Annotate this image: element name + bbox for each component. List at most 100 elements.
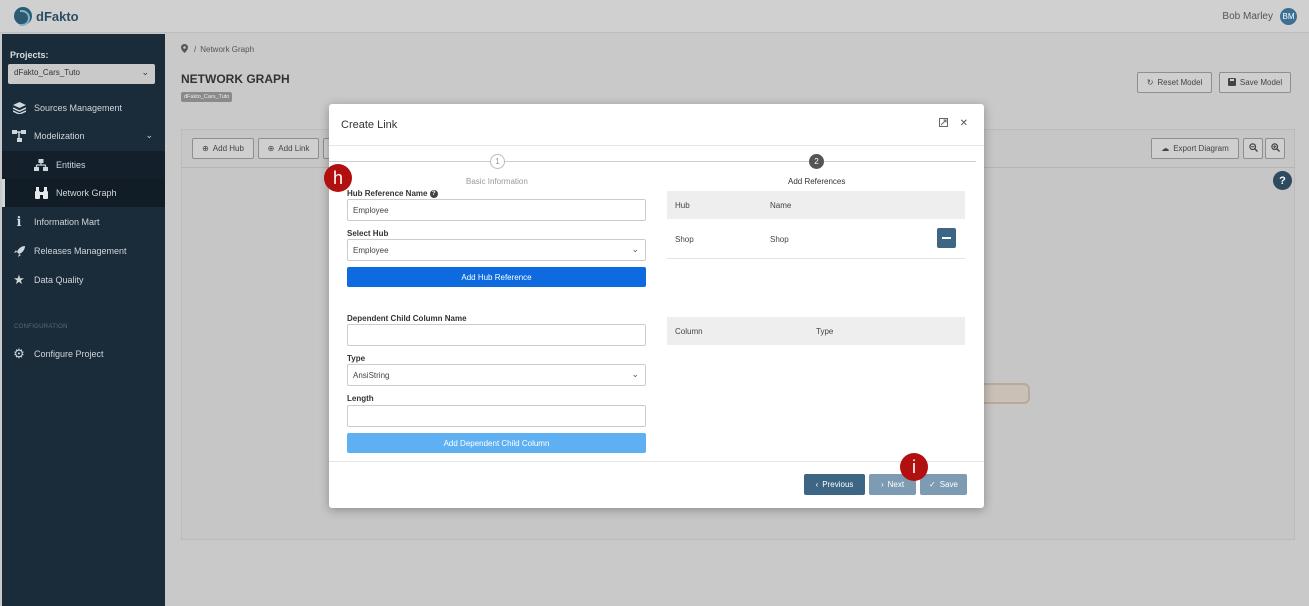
column-header-name: Name xyxy=(770,201,792,210)
info-icon: i xyxy=(16,214,22,230)
help-icon[interactable]: ? xyxy=(1273,171,1292,190)
step-2-indicator[interactable]: 2 xyxy=(809,154,824,169)
user-name: Bob Marley xyxy=(1222,11,1273,22)
column-header-hub: Hub xyxy=(675,201,690,210)
chevron-down-icon: ⌄ xyxy=(141,67,149,77)
hub-reference-name-label: Hub Reference Name ? xyxy=(347,189,438,198)
hub-reference-name-input[interactable] xyxy=(347,199,646,221)
sidebar-item-label: Entities xyxy=(56,160,86,170)
previous-button[interactable]: ‹ Previous xyxy=(804,474,865,495)
column-header-column: Column xyxy=(675,327,703,336)
plus-circle-icon: ⊕ xyxy=(202,144,209,153)
annotation-marker-h: h xyxy=(324,164,352,192)
sidebar-item-releases-management[interactable]: Releases Management xyxy=(2,237,165,265)
type-dropdown[interactable]: AnsiString ⌄ xyxy=(347,364,646,386)
chevron-right-icon: › xyxy=(880,480,884,489)
select-hub-dropdown[interactable]: Employee ⌄ xyxy=(347,239,646,261)
layers-icon xyxy=(12,101,26,115)
star-icon: ★ xyxy=(13,272,25,287)
chevron-down-icon: ⌄ xyxy=(631,244,639,254)
table-row: Shop Shop xyxy=(667,219,965,259)
sidebar-item-configure-project[interactable]: ⚙ Configure Project xyxy=(2,340,165,368)
sidebar-item-modelization[interactable]: Modelization ⌄ xyxy=(2,122,165,150)
app-logo[interactable]: dFakto xyxy=(14,7,79,26)
projects-label: Projects: xyxy=(10,50,49,60)
chevron-down-icon: ⌄ xyxy=(145,130,153,140)
plus-circle-icon: ⊕ xyxy=(267,144,275,153)
sitemap-icon xyxy=(34,158,48,172)
save-model-button[interactable]: Save Model xyxy=(1219,72,1291,93)
refresh-icon: ↻ xyxy=(1146,78,1154,87)
hierarchy-icon xyxy=(12,129,26,143)
divider xyxy=(329,461,984,462)
dependent-child-column-input[interactable] xyxy=(347,324,646,346)
length-input[interactable] xyxy=(347,405,646,427)
zoom-in-icon xyxy=(1270,143,1280,154)
question-circle-icon[interactable]: ? xyxy=(429,189,438,198)
avatar[interactable]: BM xyxy=(1280,8,1297,25)
export-diagram-button[interactable]: ☁ Export Diagram xyxy=(1151,138,1239,159)
sidebar-item-label: Data Quality xyxy=(34,275,84,285)
sidebar-item-label: Releases Management xyxy=(34,246,127,256)
cell-name: Shop xyxy=(770,235,789,244)
floppy-icon xyxy=(1227,77,1236,88)
add-dependent-child-column-button[interactable]: Add Dependent Child Column xyxy=(347,433,646,453)
chevron-down-icon: ⌄ xyxy=(631,369,639,379)
sidebar-item-data-quality[interactable]: ★ Data Quality xyxy=(2,266,165,294)
add-hub-button[interactable]: ⊕ Add Hub xyxy=(192,138,254,159)
add-link-button[interactable]: ⊕ Add Link xyxy=(258,138,319,159)
sidebar-item-label: Information Mart xyxy=(34,217,100,227)
step-1-indicator[interactable]: 1 xyxy=(490,154,505,169)
type-value: AnsiString xyxy=(353,371,390,380)
map-marker-icon xyxy=(181,44,188,55)
sidebar-item-network-graph[interactable]: Network Graph xyxy=(2,179,165,207)
binoculars-icon xyxy=(34,186,48,200)
sidebar-item-information-mart[interactable]: i Information Mart xyxy=(2,208,165,236)
sidebar-item-label: Sources Management xyxy=(34,103,123,113)
length-label: Length xyxy=(347,394,374,403)
chevron-left-icon: ‹ xyxy=(815,480,819,489)
project-select-value: dFakto_Cars_Tuto xyxy=(14,68,80,77)
expand-icon[interactable] xyxy=(938,118,948,130)
sidebar-item-entities[interactable]: Entities xyxy=(2,151,165,179)
step-2-label: Add References xyxy=(788,177,846,186)
divider xyxy=(329,145,984,146)
breadcrumb: / Network Graph xyxy=(181,44,254,55)
save-button[interactable]: ✓ Save xyxy=(920,474,967,495)
modal-title: Create Link xyxy=(341,119,398,131)
gear-icon: ⚙ xyxy=(13,346,25,361)
sidebar-item-sources-management[interactable]: Sources Management xyxy=(2,94,165,122)
breadcrumb-current[interactable]: Network Graph xyxy=(200,45,254,54)
annotation-marker-i: i xyxy=(900,453,928,481)
breadcrumb-separator: / xyxy=(194,45,197,54)
select-hub-label: Select Hub xyxy=(347,229,389,238)
remove-reference-button[interactable] xyxy=(937,228,956,248)
page-title: NETWORK GRAPH xyxy=(181,72,290,86)
project-badge: dFakto_Cars_Tuto xyxy=(181,92,233,102)
dependent-child-column-label: Dependent Child Column Name xyxy=(347,314,467,323)
project-select[interactable]: dFakto_Cars_Tuto ⌄ xyxy=(8,64,155,84)
close-icon[interactable]: ✕ xyxy=(960,118,968,130)
dependent-columns-table-header: Column Type xyxy=(667,317,965,345)
cloud-icon: ☁ xyxy=(1161,144,1170,153)
stepper-line xyxy=(329,161,490,162)
logo-text: dFakto xyxy=(36,8,79,24)
create-link-modal: Create Link ✕ 1 2 Basic Information Add … xyxy=(329,104,984,508)
select-hub-value: Employee xyxy=(353,246,389,255)
section-label-configuration: CONFIGURATION xyxy=(14,324,68,330)
logo-icon xyxy=(14,7,32,26)
reset-model-button[interactable]: ↻ Reset Model xyxy=(1137,72,1212,93)
add-hub-reference-button[interactable]: Add Hub Reference xyxy=(347,267,646,287)
hub-references-table-header: Hub Name xyxy=(667,191,965,219)
sidebar: Projects: dFakto_Cars_Tuto ⌄ Sources Man… xyxy=(2,34,165,606)
zoom-out-icon xyxy=(1248,143,1258,154)
stepper-line xyxy=(824,161,976,162)
type-label: Type xyxy=(347,354,366,363)
zoom-out-button[interactable] xyxy=(1243,138,1263,159)
sidebar-item-label: Network Graph xyxy=(56,188,117,198)
column-header-type: Type xyxy=(816,327,834,336)
cell-hub: Shop xyxy=(675,235,694,244)
step-1-label: Basic Information xyxy=(466,177,528,186)
user-menu[interactable]: Bob Marley BM xyxy=(1222,8,1297,25)
zoom-in-button[interactable] xyxy=(1265,138,1285,159)
